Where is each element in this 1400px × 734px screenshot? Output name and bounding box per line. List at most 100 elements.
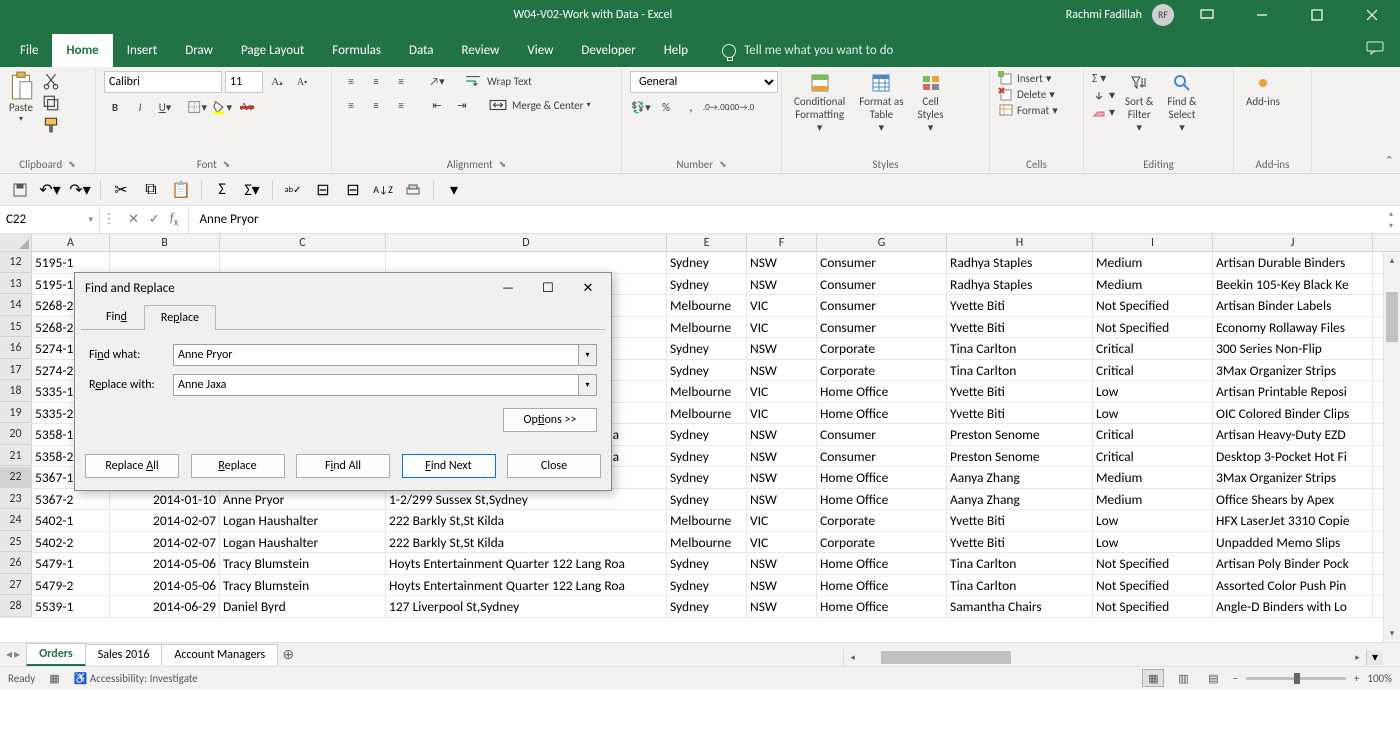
cell[interactable]: VIC bbox=[747, 403, 817, 424]
cell[interactable]: Not Specified bbox=[1093, 575, 1213, 596]
cell[interactable]: Melbourne bbox=[667, 317, 747, 338]
comments-icon[interactable] bbox=[1350, 41, 1400, 67]
percent-icon[interactable]: % bbox=[655, 97, 677, 117]
cell[interactable]: Medium bbox=[1093, 467, 1213, 488]
increase-decimal-icon[interactable]: .0→.00 bbox=[705, 97, 727, 117]
tab-home[interactable]: Home bbox=[52, 34, 112, 67]
cell[interactable]: Sydney bbox=[667, 446, 747, 467]
cell[interactable]: Angle-D Binders with Lo bbox=[1213, 596, 1373, 617]
cell[interactable]: Aanya Zhang bbox=[947, 467, 1093, 488]
cell[interactable]: 2014-02-07 bbox=[110, 532, 220, 553]
cell[interactable]: Aanya Zhang bbox=[947, 489, 1093, 510]
column-header-J[interactable]: J bbox=[1213, 234, 1373, 251]
cell[interactable]: Sydney bbox=[667, 424, 747, 445]
font-size-input[interactable] bbox=[225, 71, 263, 93]
clear-button[interactable]: ▾ bbox=[1092, 105, 1115, 120]
cell[interactable]: NSW bbox=[747, 467, 817, 488]
row-header[interactable]: 16 bbox=[0, 338, 32, 359]
format-cells-button[interactable]: Format ▾ bbox=[998, 103, 1058, 117]
quick-print-icon[interactable] bbox=[401, 178, 425, 202]
addins-button[interactable]: Add-ins bbox=[1242, 71, 1284, 110]
row-header[interactable]: 26 bbox=[0, 553, 32, 574]
new-sheet-button[interactable]: ⊕ bbox=[277, 646, 299, 663]
cell[interactable]: 2014-05-06 bbox=[110, 553, 220, 574]
align-center-icon[interactable]: ≡ bbox=[365, 95, 387, 115]
namebox-split[interactable]: ⋮ bbox=[100, 212, 118, 227]
cell[interactable]: Low bbox=[1093, 403, 1213, 424]
replace-all-button[interactable]: Replace All bbox=[85, 454, 179, 478]
column-header-B[interactable]: B bbox=[110, 234, 220, 251]
tab-insert[interactable]: Insert bbox=[113, 34, 172, 67]
cell[interactable] bbox=[220, 252, 386, 273]
cell[interactable]: Daniel Byrd bbox=[220, 596, 386, 617]
tab-formulas[interactable]: Formulas bbox=[318, 34, 395, 67]
cell[interactable]: Medium bbox=[1093, 274, 1213, 295]
cell[interactable]: Tracy Blumstein bbox=[220, 553, 386, 574]
maximize-icon[interactable] bbox=[1294, 0, 1339, 29]
cell[interactable]: Yvette Biti bbox=[947, 510, 1093, 531]
sum-dropdown-icon[interactable]: Σ▾ bbox=[240, 178, 264, 202]
column-header-C[interactable]: C bbox=[220, 234, 386, 251]
cell[interactable]: Logan Haushalter bbox=[220, 510, 386, 531]
cell[interactable]: Radhya Staples bbox=[947, 252, 1093, 273]
cell[interactable]: Preston Senome bbox=[947, 446, 1093, 467]
column-header-I[interactable]: I bbox=[1093, 234, 1213, 251]
row-header[interactable]: 22 bbox=[0, 467, 32, 488]
shrink-font-icon[interactable]: A▾ bbox=[291, 72, 313, 92]
fill-color-icon[interactable]: ▾ bbox=[211, 97, 233, 117]
cell[interactable]: Anne Pryor bbox=[220, 489, 386, 510]
cell[interactable]: Tina Carlton bbox=[947, 338, 1093, 359]
cell[interactable]: Tina Carlton bbox=[947, 553, 1093, 574]
cell[interactable]: 5195-1 bbox=[32, 252, 110, 273]
cell[interactable]: Consumer bbox=[817, 252, 947, 273]
name-box[interactable]: C22▾ bbox=[0, 206, 100, 233]
cell[interactable]: Melbourne bbox=[667, 532, 747, 553]
cell[interactable]: Critical bbox=[1093, 338, 1213, 359]
cell[interactable]: 5402-1 bbox=[32, 510, 110, 531]
orientation-icon[interactable]: ↗▾ bbox=[426, 71, 448, 91]
cell[interactable]: Sydney bbox=[667, 360, 747, 381]
cell[interactable]: Home Office bbox=[817, 467, 947, 488]
fx-icon[interactable]: fx bbox=[170, 211, 179, 229]
font-color-icon[interactable]: A▾ bbox=[236, 97, 258, 117]
cell[interactable]: Home Office bbox=[817, 403, 947, 424]
row-header[interactable]: 25 bbox=[0, 532, 32, 553]
cell[interactable]: Artisan Poly Binder Pock bbox=[1213, 553, 1373, 574]
cell[interactable]: Melbourne bbox=[667, 295, 747, 316]
cell[interactable]: Sydney bbox=[667, 467, 747, 488]
cell[interactable]: Artisan Heavy-Duty EZD bbox=[1213, 424, 1373, 445]
zoom-in-icon[interactable]: + bbox=[1354, 672, 1359, 685]
row-header[interactable]: 20 bbox=[0, 424, 32, 445]
cell[interactable]: VIC bbox=[747, 381, 817, 402]
paste-qat-icon[interactable]: 📋 bbox=[169, 178, 193, 202]
cell[interactable]: Beekin 105-Key Black Ke bbox=[1213, 274, 1373, 295]
find-dropdown-icon[interactable]: ▾ bbox=[579, 344, 597, 366]
cell[interactable]: NSW bbox=[747, 252, 817, 273]
cell[interactable]: Hoyts Entertainment Quarter 122 Lang Roa bbox=[386, 575, 667, 596]
conditional-formatting-button[interactable]: Conditional Formatting▾ bbox=[790, 71, 849, 137]
tab-data[interactable]: Data bbox=[395, 34, 448, 67]
select-all-triangle[interactable] bbox=[0, 234, 32, 252]
cell[interactable]: Medium bbox=[1093, 252, 1213, 273]
cell[interactable]: Consumer bbox=[817, 317, 947, 338]
cell[interactable]: Sydney bbox=[667, 575, 747, 596]
align-right-icon[interactable]: ≡ bbox=[390, 95, 412, 115]
cell[interactable]: Tracy Blumstein bbox=[220, 575, 386, 596]
paste-button[interactable]: Paste ▾ bbox=[8, 71, 34, 124]
merge-label[interactable]: Merge & Center bbox=[512, 99, 584, 112]
row-header[interactable]: 18 bbox=[0, 381, 32, 402]
cell[interactable]: Melbourne bbox=[667, 403, 747, 424]
cell[interactable]: NSW bbox=[747, 274, 817, 295]
cell[interactable]: Yvette Biti bbox=[947, 381, 1093, 402]
row-header[interactable]: 24 bbox=[0, 510, 32, 531]
cell[interactable]: Preston Senome bbox=[947, 424, 1093, 445]
cell[interactable]: Corporate bbox=[817, 338, 947, 359]
row-header[interactable]: 15 bbox=[0, 317, 32, 338]
cell[interactable]: Corporate bbox=[817, 532, 947, 553]
cell[interactable]: Home Office bbox=[817, 596, 947, 617]
cell[interactable]: Sydney bbox=[667, 274, 747, 295]
replace-dropdown-icon[interactable]: ▾ bbox=[579, 374, 597, 396]
delete-sheet-col-icon[interactable]: ⊟ bbox=[341, 178, 365, 202]
wrap-text-icon[interactable] bbox=[462, 71, 484, 91]
cell[interactable]: Low bbox=[1093, 510, 1213, 531]
